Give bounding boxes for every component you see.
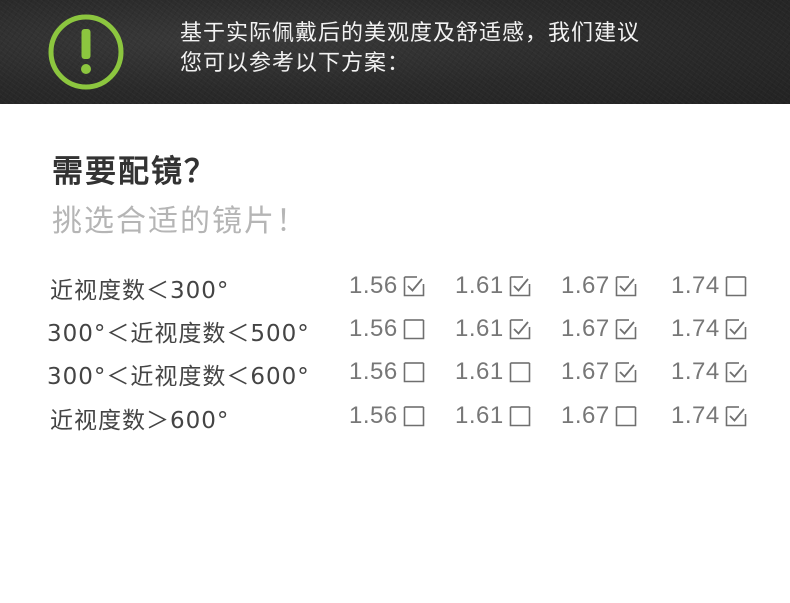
checkbox-empty-icon[interactable] <box>403 318 425 340</box>
lens-index-option[interactable]: 1.67 <box>561 314 637 344</box>
lens-index-option[interactable]: 1.56 <box>349 314 425 344</box>
lens-index-value: 1.56 <box>349 402 398 429</box>
lens-index-option[interactable]: 1.67 <box>561 401 637 431</box>
checkbox-empty-icon[interactable] <box>403 405 425 427</box>
checkbox-empty-icon[interactable] <box>403 361 425 383</box>
notice-banner: 基于实际佩戴后的美观度及舒适感，我们建议 您可以参考以下方案： <box>0 0 790 104</box>
checkbox-checked-icon[interactable] <box>725 405 747 427</box>
notice-text: 基于实际佩戴后的美观度及舒适感，我们建议 您可以参考以下方案： <box>180 19 640 79</box>
table-row: 300°＜近视度数＜600° 1.56 1.61 1.67 1.74 <box>0 351 790 391</box>
checkbox-checked-icon[interactable] <box>403 275 425 297</box>
lens-index-value: 1.74 <box>671 358 720 385</box>
lens-index-value: 1.67 <box>561 272 610 299</box>
checkbox-empty-icon[interactable] <box>615 405 637 427</box>
lens-index-option[interactable]: 1.74 <box>671 314 747 344</box>
lens-index-value: 1.56 <box>349 315 398 342</box>
myopia-range-label: 300°＜近视度数＜600° <box>47 364 310 390</box>
checkbox-empty-icon[interactable] <box>509 361 531 383</box>
notice-line-2: 您可以参考以下方案： <box>180 51 411 76</box>
lens-index-value: 1.67 <box>561 402 610 429</box>
lens-index-option[interactable]: 1.61 <box>455 401 531 431</box>
lens-index-option[interactable]: 1.74 <box>671 357 747 387</box>
checkbox-checked-icon[interactable] <box>615 318 637 340</box>
checkbox-checked-icon[interactable] <box>615 361 637 383</box>
lens-index-option[interactable]: 1.56 <box>349 271 425 301</box>
checkbox-checked-icon[interactable] <box>725 318 747 340</box>
lens-index-value: 1.61 <box>455 272 504 299</box>
lens-index-value: 1.67 <box>561 315 610 342</box>
table-row: 近视度数＞600° 1.56 1.61 1.67 1.74 <box>0 395 790 435</box>
lens-index-option[interactable]: 1.61 <box>455 271 531 301</box>
lens-index-value: 1.61 <box>455 315 504 342</box>
notice-line-1: 基于实际佩戴后的美观度及舒适感，我们建议 <box>180 21 641 46</box>
lens-index-value: 1.56 <box>349 358 398 385</box>
myopia-range-label: 近视度数＞600° <box>50 408 230 434</box>
lens-index-value: 1.56 <box>349 272 398 299</box>
lens-index-option[interactable]: 1.74 <box>671 271 747 301</box>
lens-index-option[interactable]: 1.74 <box>671 401 747 431</box>
lens-index-value: 1.74 <box>671 272 720 299</box>
lens-index-option[interactable]: 1.61 <box>455 314 531 344</box>
lens-index-option[interactable]: 1.67 <box>561 271 637 301</box>
checkbox-empty-icon[interactable] <box>509 405 531 427</box>
checkbox-checked-icon[interactable] <box>509 275 531 297</box>
lens-index-value: 1.61 <box>455 402 504 429</box>
page-title: 需要配镜？ <box>52 154 217 190</box>
lens-index-value: 1.61 <box>455 358 504 385</box>
myopia-range-label: 近视度数＜300° <box>50 278 230 304</box>
lens-index-value: 1.67 <box>561 358 610 385</box>
table-row: 近视度数＜300° 1.56 1.61 1.67 1.74 <box>0 265 790 305</box>
exclamation-circle-icon <box>48 14 124 90</box>
lens-index-value: 1.74 <box>671 402 720 429</box>
table-row: 300°＜近视度数＜500° 1.56 1.61 1.67 1.74 <box>0 308 790 348</box>
checkbox-checked-icon[interactable] <box>509 318 531 340</box>
lens-index-option[interactable]: 1.56 <box>349 401 425 431</box>
lens-index-value: 1.74 <box>671 315 720 342</box>
page-subtitle: 挑选合适的镜片！ <box>52 204 308 239</box>
myopia-range-label: 300°＜近视度数＜500° <box>47 321 310 347</box>
lens-index-option[interactable]: 1.67 <box>561 357 637 387</box>
lens-index-option[interactable]: 1.61 <box>455 357 531 387</box>
checkbox-checked-icon[interactable] <box>615 275 637 297</box>
checkbox-empty-icon[interactable] <box>725 275 747 297</box>
lens-index-option[interactable]: 1.56 <box>349 357 425 387</box>
checkbox-checked-icon[interactable] <box>725 361 747 383</box>
